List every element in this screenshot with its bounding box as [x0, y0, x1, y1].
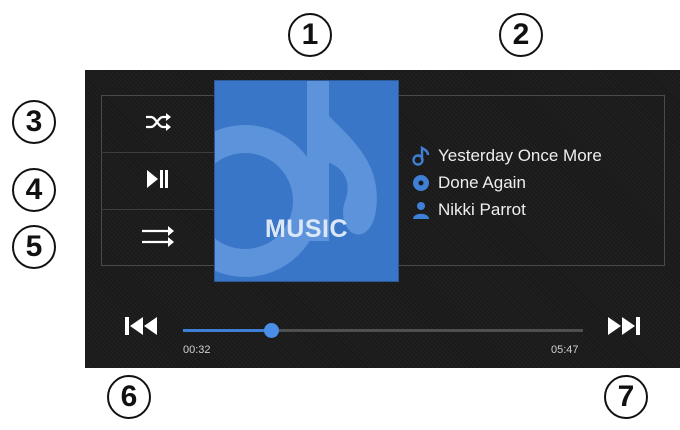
skip-next-icon — [606, 317, 640, 340]
album-row: Done Again — [410, 173, 526, 193]
disc-icon — [410, 173, 432, 193]
progress-fill — [183, 329, 271, 332]
callout-5: 5 — [12, 225, 56, 269]
artist-row: Nikki Parrot — [410, 200, 526, 220]
callout-1: 1 — [288, 13, 332, 57]
shuffle-button[interactable] — [101, 96, 214, 153]
progress-bar[interactable] — [183, 323, 583, 338]
play-pause-button[interactable] — [101, 153, 214, 210]
skip-previous-icon — [125, 317, 159, 340]
artist-name: Nikki Parrot — [438, 200, 526, 219]
person-icon — [410, 200, 432, 220]
music-player-screen: MUSIC Yesterday Once More Done Again Nik — [85, 70, 680, 368]
music-note-small-icon — [410, 146, 432, 166]
album-name: Done Again — [438, 173, 526, 192]
play-pause-icon — [146, 169, 169, 193]
previous-track-button[interactable] — [125, 316, 159, 341]
callout-2: 2 — [499, 13, 543, 57]
repeat-button[interactable] — [101, 210, 214, 267]
callout-4: 4 — [12, 168, 56, 212]
elapsed-time: 00:32 — [183, 344, 211, 356]
album-art: MUSIC — [214, 80, 399, 282]
callout-6: 6 — [107, 375, 151, 419]
song-title: Yesterday Once More — [438, 146, 602, 165]
callout-7: 7 — [604, 375, 648, 419]
album-art-label: MUSIC — [264, 215, 349, 243]
song-title-row: Yesterday Once More — [410, 146, 602, 166]
repeat-icon — [141, 225, 175, 252]
shuffle-icon — [144, 112, 172, 137]
progress-thumb[interactable] — [264, 323, 279, 338]
next-track-button[interactable] — [606, 316, 640, 341]
music-note-icon — [215, 81, 377, 277]
callout-3: 3 — [12, 100, 56, 144]
total-time: 05:47 — [551, 344, 579, 356]
